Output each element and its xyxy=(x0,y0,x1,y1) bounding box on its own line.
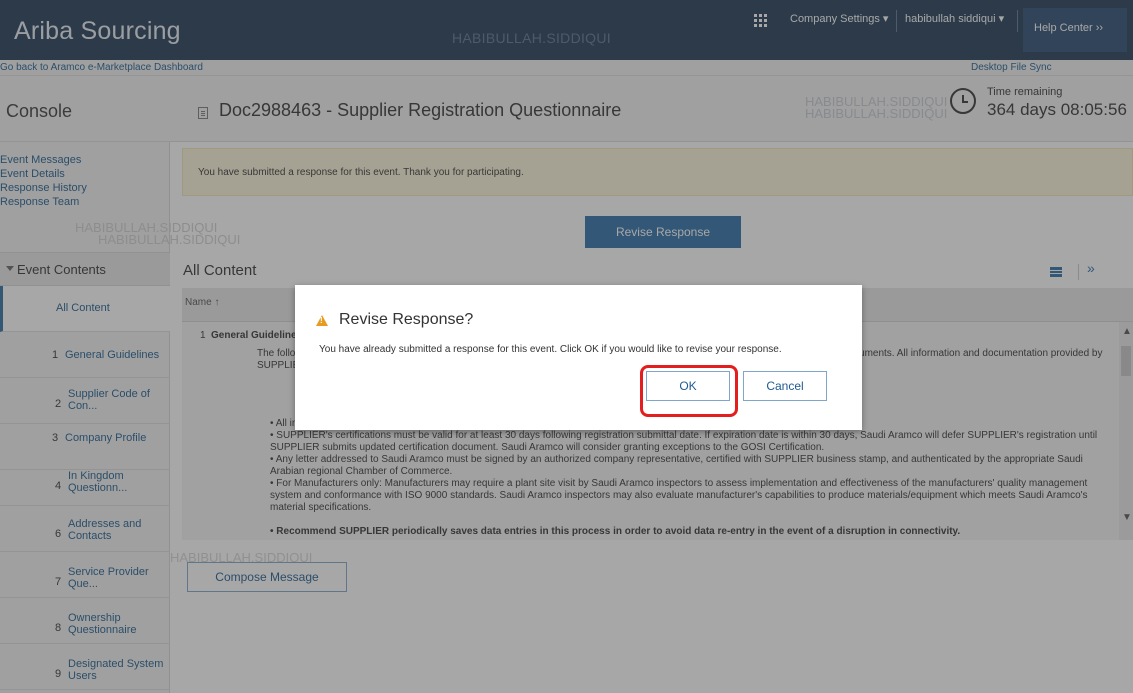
ok-button[interactable]: OK xyxy=(646,371,730,401)
warning-icon xyxy=(316,315,328,326)
dialog-message: You have already submitted a response fo… xyxy=(319,344,782,355)
cancel-button[interactable]: Cancel xyxy=(743,371,827,401)
revise-response-dialog: Revise Response? You have already submit… xyxy=(295,285,862,430)
dialog-title: Revise Response? xyxy=(339,311,474,328)
